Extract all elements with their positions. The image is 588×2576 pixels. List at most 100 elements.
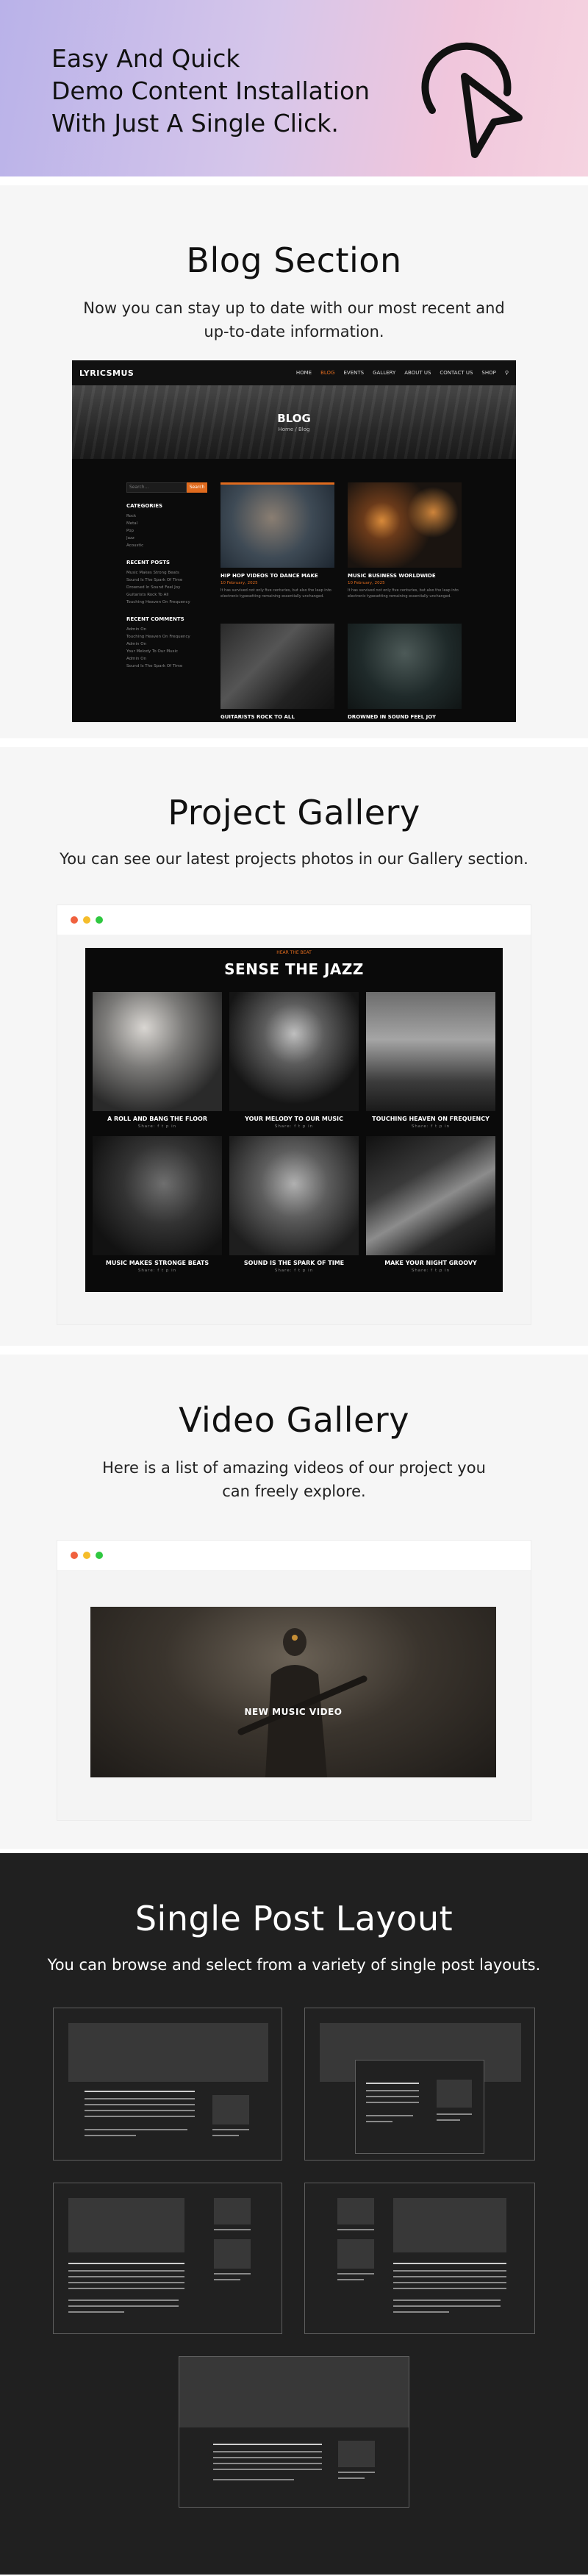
share-links[interactable]: Share: f t p in	[366, 1124, 495, 1129]
layout-thumbnail[interactable]	[179, 2356, 409, 2508]
maximize-dot-icon[interactable]	[96, 916, 103, 924]
post-image[interactable]	[220, 482, 334, 568]
gallery-item[interactable]: MUSIC MAKES STRONGE BEATS Share: f t p i…	[93, 1136, 222, 1273]
recent-comment[interactable]: Your Melody To Our Music	[126, 648, 207, 655]
close-dot-icon[interactable]	[71, 916, 78, 924]
share-links[interactable]: Share: f t p in	[93, 1124, 222, 1129]
layout-thumbnail[interactable]	[53, 2183, 282, 2334]
post-title[interactable]: DROWNED IN SOUND FEEL JOY	[348, 714, 462, 720]
gallery-caption[interactable]: MAKE YOUR NIGHT GROOVY	[366, 1260, 495, 1266]
site-navbar: LYRICSMUS HOME BLOG EVENTS GALLERY ABOUT…	[72, 360, 516, 385]
gallery-image[interactable]	[229, 1136, 359, 1255]
category-link[interactable]: Jazz	[126, 535, 207, 542]
blog-post-card[interactable]: HIP HOP VIDEOS TO DANCE MAKE 10 February…	[220, 482, 334, 624]
post-title[interactable]: GUITARISTS ROCK TO ALL	[220, 714, 334, 720]
section-subtitle: Now you can stay up to date with our mos…	[83, 299, 505, 340]
minimize-dot-icon[interactable]	[83, 916, 90, 924]
maximize-dot-icon[interactable]	[96, 1552, 103, 1559]
gallery-item[interactable]: MAKE YOUR NIGHT GROOVY Share: f t p in	[366, 1136, 495, 1273]
menu-item-about[interactable]: ABOUT US	[404, 370, 431, 376]
post-image[interactable]	[348, 624, 462, 709]
recent-post-link[interactable]: Drowned In Sound Feel Joy	[126, 584, 207, 591]
post-date: 10 February, 2025	[220, 581, 258, 585]
text-line	[337, 2229, 374, 2230]
category-link[interactable]: Metal	[126, 520, 207, 527]
browser-window: HEAR THE BEAT SENSE THE JAZZ A ROLL AND …	[57, 905, 531, 1324]
gallery-image[interactable]	[229, 992, 359, 1111]
gallery-caption[interactable]: TOUCHING HEAVEN ON FREQUENCY	[366, 1116, 495, 1122]
category-link[interactable]: Rock	[126, 513, 207, 520]
gallery-item[interactable]: YOUR MELODY TO OUR MUSIC Share: f t p in	[229, 992, 359, 1129]
blog-post-card[interactable]: DROWNED IN SOUND FEEL JOY	[348, 624, 462, 722]
gallery-image[interactable]	[93, 1136, 222, 1255]
gallery-image[interactable]	[366, 1136, 495, 1255]
video-label[interactable]: NEW MUSIC VIDEO	[90, 1707, 496, 1717]
menu-item-home[interactable]: HOME	[296, 370, 312, 376]
post-title[interactable]: MUSIC BUSINESS WORLDWIDE	[348, 573, 462, 579]
share-links[interactable]: Share: f t p in	[229, 1124, 359, 1129]
gallery-item[interactable]: A ROLL AND BANG THE FLOOR Share: f t p i…	[93, 992, 222, 1129]
recent-comment[interactable]: Admin On	[126, 641, 207, 648]
recent-post-link[interactable]: Touching Heaven On Frequency	[126, 599, 207, 606]
widget-title: RECENT POSTS	[126, 560, 171, 565]
share-links[interactable]: Share: f t p in	[366, 1269, 495, 1273]
video-thumbnail[interactable]: NEW MUSIC VIDEO	[90, 1607, 496, 1777]
gallery-item[interactable]: SOUND IS THE SPARK OF TIME Share: f t p …	[229, 1136, 359, 1273]
layout-thumbnail[interactable]	[304, 2008, 535, 2161]
text-line	[68, 2288, 184, 2289]
text-line	[68, 2305, 179, 2307]
category-link[interactable]: Acoustic	[126, 542, 207, 549]
menu-item-contact[interactable]: CONTACT US	[440, 370, 473, 376]
search-input[interactable]: Search...	[126, 482, 187, 493]
post-excerpt: It has survived not only five centuries,…	[220, 588, 331, 599]
hero-image-block	[68, 2023, 268, 2082]
post-title[interactable]: HIP HOP VIDEOS TO DANCE MAKE	[220, 573, 334, 579]
menu-item-shop[interactable]: SHOP	[481, 370, 495, 376]
gallery-item[interactable]: TOUCHING HEAVEN ON FREQUENCY Share: f t …	[366, 992, 495, 1129]
text-line	[68, 2311, 124, 2313]
close-dot-icon[interactable]	[71, 1552, 78, 1559]
gallery-caption[interactable]: A ROLL AND BANG THE FLOOR	[93, 1116, 222, 1122]
recent-comment[interactable]: Admin On	[126, 626, 207, 633]
gallery-caption[interactable]: YOUR MELODY TO OUR MUSIC	[229, 1116, 359, 1122]
menu-item-events[interactable]: EVENTS	[344, 370, 365, 376]
recent-post-link[interactable]: Guitarists Rock To All	[126, 591, 207, 599]
category-link[interactable]: Pop	[126, 527, 207, 535]
recent-post-link[interactable]: Sound Is The Spark Of Time	[126, 577, 207, 584]
hero-banner: Easy And Quick Demo Content Installation…	[0, 0, 588, 176]
layout-thumbnail[interactable]	[53, 2008, 282, 2161]
menu-item-gallery[interactable]: GALLERY	[373, 370, 395, 376]
site-menu: HOME BLOG EVENTS GALLERY ABOUT US CONTAC…	[296, 370, 509, 376]
gallery-image[interactable]	[93, 992, 222, 1111]
layout-thumbnail[interactable]	[304, 2183, 535, 2334]
menu-item-blog[interactable]: BLOG	[320, 370, 334, 376]
guitarist-silhouette-icon	[237, 1628, 368, 1777]
hero-image-block	[179, 2357, 409, 2427]
share-links[interactable]: Share: f t p in	[93, 1269, 222, 1273]
recent-comment[interactable]: Touching Heaven On Frequency	[126, 633, 207, 641]
recent-post-link[interactable]: Music Makes Strong Beats	[126, 569, 207, 577]
gallery-caption[interactable]: SOUND IS THE SPARK OF TIME	[229, 1260, 359, 1266]
blog-post-card[interactable]: MUSIC BUSINESS WORLDWIDE 10 February, 20…	[348, 482, 462, 624]
hero-title: Easy And Quick Demo Content Installation…	[51, 43, 404, 140]
search-icon[interactable]: ⚲	[505, 370, 509, 376]
gallery-image[interactable]	[366, 992, 495, 1111]
post-image[interactable]	[220, 624, 334, 709]
section-subtitle: You can browse and select from a variety…	[47, 1956, 541, 1974]
recent-comment[interactable]: Sound Is The Spark Of Time	[126, 663, 207, 670]
post-image[interactable]	[348, 482, 462, 568]
breadcrumb: Home / Blog	[278, 427, 310, 432]
minimize-dot-icon[interactable]	[83, 1552, 90, 1559]
text-line	[68, 2282, 184, 2283]
recent-comment[interactable]: Admin On	[126, 655, 207, 663]
share-links[interactable]: Share: f t p in	[229, 1269, 359, 1273]
blog-post-card[interactable]: GUITARISTS ROCK TO ALL	[220, 624, 334, 722]
site-logo[interactable]: LYRICSMUS	[79, 368, 134, 378]
text-line	[212, 2135, 239, 2136]
gallery-caption[interactable]: MUSIC MAKES STRONGE BEATS	[93, 1260, 222, 1266]
text-line	[393, 2305, 501, 2307]
text-line	[393, 2276, 506, 2277]
search-button[interactable]: Search	[187, 482, 207, 493]
page-banner: BLOG Home / Blog	[72, 385, 516, 459]
gallery-stage: HEAR THE BEAT SENSE THE JAZZ A ROLL AND …	[85, 948, 503, 1292]
